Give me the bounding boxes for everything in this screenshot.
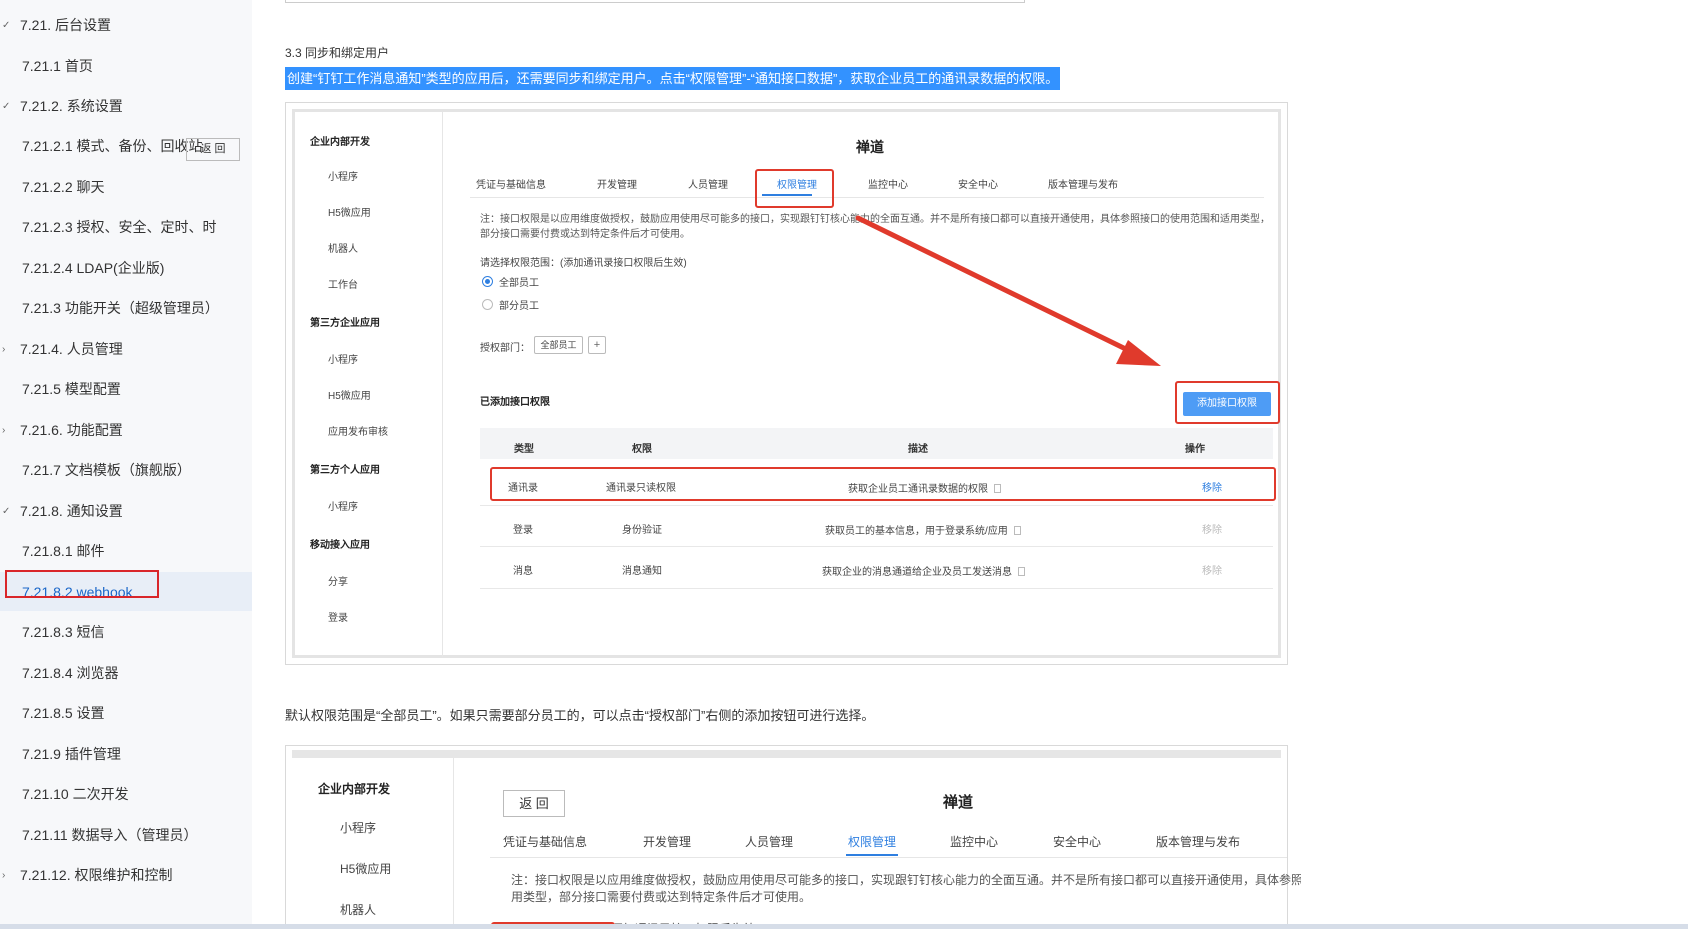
tab-monitoring: 监控中心	[950, 835, 999, 849]
app-title: 禅道	[943, 794, 974, 811]
body-paragraph: 默认权限范围是“全部员工”。如果只需要部分员工的，可以点击“授权部门”右侧的添加…	[285, 708, 875, 723]
permission-note: 注：接口权限是以应用维度做授权，鼓励应用使用尽可能多的接口，实现跟钉钉核心能力的…	[511, 872, 1301, 906]
note-line: 用类型，部分接口需要付费或达到特定条件后才可使用。	[511, 890, 812, 904]
tab-permission-management: 权限管理	[848, 835, 897, 849]
app-left-menu: 企业内部开发 小程序 H5微应用 机器人	[298, 758, 454, 929]
tab-dev-management: 开发管理	[643, 835, 692, 849]
tab-people-management: 人员管理	[745, 835, 794, 849]
screenshot-frame	[292, 750, 1281, 758]
arrow-head	[1116, 340, 1161, 366]
menu-item: 小程序	[340, 821, 377, 835]
tab-security: 安全中心	[1053, 835, 1102, 849]
back-button: 返 回	[503, 790, 565, 817]
arrow-shaft	[855, 215, 1143, 359]
menu-item: 机器人	[340, 903, 377, 917]
tab-credentials: 凭证与基础信息	[503, 835, 588, 849]
tab-version-release: 版本管理与发布	[1156, 835, 1241, 849]
note-line: 注：接口权限是以应用维度做授权，鼓励应用使用尽可能多的接口，实现跟钉钉核心能力的…	[511, 873, 1301, 887]
active-tab-underline	[846, 854, 898, 856]
menu-item: H5微应用	[340, 862, 392, 876]
menu-group: 企业内部开发	[318, 782, 391, 796]
tab-divider	[490, 857, 1287, 858]
horizontal-scrollbar[interactable]	[0, 924, 1688, 929]
